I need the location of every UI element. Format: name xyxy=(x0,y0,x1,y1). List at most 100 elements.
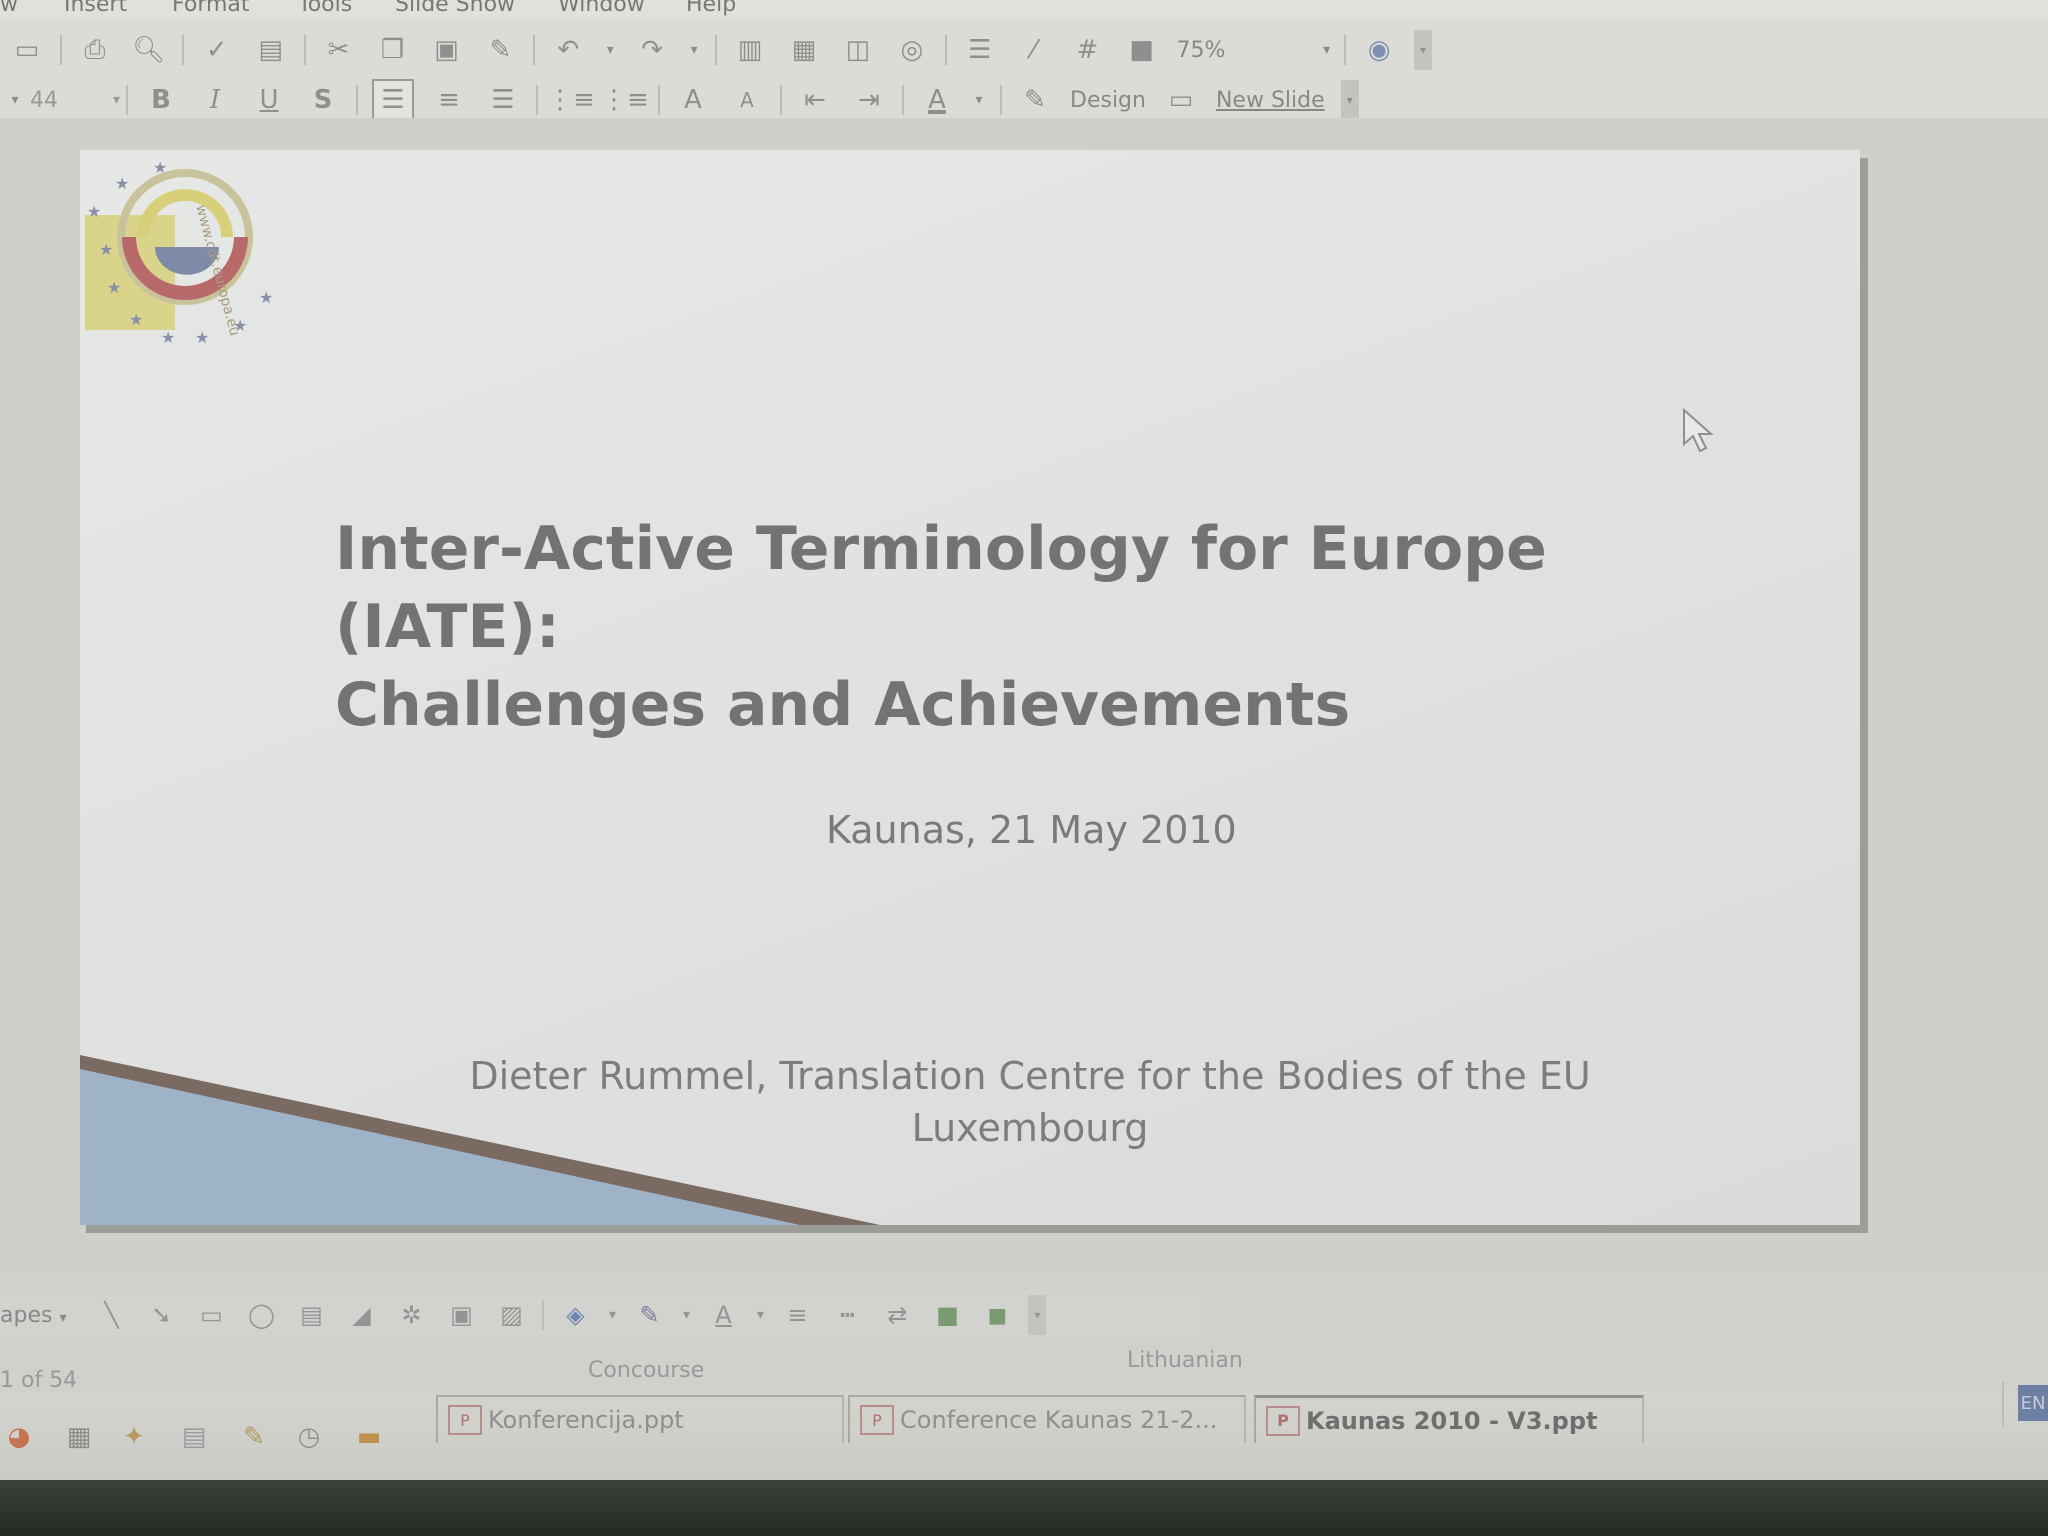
menu-item-view[interactable]: w xyxy=(0,0,18,17)
language-status[interactable]: Lithuanian xyxy=(1127,1348,1243,1373)
font-color-dropdown-icon[interactable]: ▾ xyxy=(972,81,986,119)
design-button[interactable]: Design xyxy=(1070,88,1146,113)
undo-icon[interactable]: ↶ xyxy=(549,31,587,69)
browser-icon[interactable]: ◕ xyxy=(0,1418,38,1456)
text-box-icon[interactable]: ▤ xyxy=(292,1296,330,1334)
show-grid-icon[interactable]: # xyxy=(1069,31,1107,69)
new-slide-icon[interactable]: ▭ xyxy=(1162,81,1200,119)
toolbar-options-icon[interactable]: ▾ xyxy=(1414,30,1433,70)
save-icon[interactable]: ▭ xyxy=(8,31,46,69)
line-color-dropdown-icon[interactable]: ▾ xyxy=(680,1296,692,1334)
cut-icon[interactable]: ✂ xyxy=(320,31,358,69)
media-icon[interactable]: ✦ xyxy=(115,1418,153,1456)
increase-font-size-button[interactable]: A xyxy=(674,81,712,119)
3d-style-icon[interactable]: ◼ xyxy=(978,1296,1016,1334)
menu-item-help[interactable]: Help xyxy=(686,0,736,17)
menu-item-slide-show[interactable]: Slide Show xyxy=(395,0,515,17)
research-icon[interactable]: ▤ xyxy=(252,31,290,69)
powerpoint-icon: P xyxy=(860,1405,894,1435)
toolbar-options-icon[interactable]: ▾ xyxy=(1340,80,1359,120)
italic-button[interactable]: I xyxy=(196,81,234,119)
taskbar-item[interactable]: P Conference Kaunas 21-2... xyxy=(848,1395,1246,1443)
show-formatting-icon[interactable]: ⁄ xyxy=(1015,31,1053,69)
print-preview-icon[interactable]: 🔍︎ xyxy=(130,31,168,69)
oval-icon[interactable]: ◯ xyxy=(242,1296,280,1334)
line-icon[interactable]: ╲ xyxy=(92,1296,130,1334)
svg-text:★: ★ xyxy=(87,202,101,221)
print-icon[interactable]: ⎙ xyxy=(76,31,114,69)
font-color-button[interactable]: A xyxy=(918,81,956,119)
draw-font-color-dropdown-icon[interactable]: ▾ xyxy=(754,1296,766,1334)
messenger-icon[interactable]: ✎ xyxy=(235,1418,273,1456)
color-grayscale-icon[interactable]: ■ xyxy=(1123,31,1161,69)
tables-borders-icon[interactable]: ◫ xyxy=(839,31,877,69)
toolbar-separator xyxy=(1000,85,1002,115)
font-size-select[interactable]: 44 ▾ xyxy=(30,82,120,118)
decrease-indent-icon[interactable]: ⇤ xyxy=(796,81,834,119)
powerpoint-icon: P xyxy=(1266,1405,1300,1436)
folder-icon[interactable]: ▬ xyxy=(350,1418,388,1456)
toolbar-separator xyxy=(715,35,718,65)
menu-item-insert[interactable]: Insert xyxy=(64,0,127,17)
fill-color-icon[interactable]: ◈ xyxy=(556,1296,594,1334)
draw-font-color-button[interactable]: A xyxy=(704,1296,742,1334)
redo-dropdown-icon[interactable]: ▾ xyxy=(687,31,701,69)
insert-hyperlink-icon[interactable]: ◎ xyxy=(893,31,931,69)
line-color-icon[interactable]: ✎ xyxy=(630,1296,668,1334)
spelling-icon[interactable]: ✓ xyxy=(198,31,236,69)
toolbar-separator xyxy=(533,35,536,65)
insert-table-icon[interactable]: ▦ xyxy=(785,31,823,69)
wordart-icon[interactable]: ◢ xyxy=(342,1296,380,1334)
arrow-icon[interactable]: ➘ xyxy=(142,1296,180,1334)
help-icon[interactable]: ◉ xyxy=(1360,31,1398,69)
svg-text:★: ★ xyxy=(129,310,143,329)
design-icon[interactable]: ✎ xyxy=(1016,81,1054,119)
underline-button[interactable]: U xyxy=(250,81,288,119)
line-style-icon[interactable]: ≡ xyxy=(778,1296,816,1334)
powerpoint-icon: P xyxy=(448,1405,482,1435)
slide-title[interactable]: Inter-Active Terminology for Europe (IAT… xyxy=(335,510,1735,744)
document-icon[interactable]: ▤ xyxy=(175,1418,213,1456)
svg-text:★: ★ xyxy=(195,328,209,347)
menu-item-format[interactable]: Format xyxy=(172,0,250,17)
copy-icon[interactable]: ❐ xyxy=(374,31,412,69)
insert-picture-icon[interactable]: ▨ xyxy=(492,1296,530,1334)
taskbar-item[interactable]: P Konferencija.ppt xyxy=(436,1395,844,1443)
align-left-icon[interactable]: ☰ xyxy=(372,79,414,121)
bullets-icon[interactable]: ⋮≡ xyxy=(601,81,649,119)
align-right-icon[interactable]: ☰ xyxy=(484,81,522,119)
menu-item-window[interactable]: Window xyxy=(558,0,645,17)
shadow-style-icon[interactable]: ■ xyxy=(928,1296,966,1334)
taskbar-item-active[interactable]: P Kaunas 2010 - V3.ppt xyxy=(1254,1395,1644,1443)
undo-dropdown-icon[interactable]: ▾ xyxy=(603,31,617,69)
bold-button[interactable]: B xyxy=(142,81,180,119)
clip-art-icon[interactable]: ▣ xyxy=(442,1296,480,1334)
increase-indent-icon[interactable]: ⇥ xyxy=(850,81,888,119)
rectangle-icon[interactable]: ▭ xyxy=(192,1296,230,1334)
fill-color-dropdown-icon[interactable]: ▾ xyxy=(606,1296,618,1334)
mouse-pointer-icon xyxy=(1683,408,1714,453)
clock-icon[interactable]: ◷ xyxy=(290,1418,328,1456)
zoom-select[interactable]: 75% ▾ xyxy=(1168,32,1338,68)
toolbar-options-icon[interactable]: ▾ xyxy=(1028,1295,1047,1335)
numbering-icon[interactable]: ⋮≡ xyxy=(547,81,595,119)
shadow-button[interactable]: S xyxy=(304,81,342,119)
new-slide-button[interactable]: New Slide xyxy=(1216,88,1325,113)
explorer-icon[interactable]: ▦ xyxy=(60,1418,98,1456)
font-dropdown-icon[interactable]: ▾ xyxy=(8,81,22,119)
expand-all-icon[interactable]: ☰ xyxy=(961,31,999,69)
paste-icon[interactable]: ▣ xyxy=(427,31,465,69)
diagram-icon[interactable]: ✲ xyxy=(392,1296,430,1334)
language-indicator[interactable]: EN xyxy=(2018,1385,2048,1421)
chevron-down-icon: ▾ xyxy=(1323,42,1331,58)
autoshapes-menu[interactable]: apes ▾ xyxy=(0,1303,66,1328)
arrow-style-icon[interactable]: ⇄ xyxy=(878,1296,916,1334)
menu-item-tools[interactable]: Tools xyxy=(298,0,352,17)
decrease-font-size-button[interactable]: A xyxy=(728,81,766,119)
insert-chart-icon[interactable]: ▥ xyxy=(731,31,769,69)
redo-icon[interactable]: ↷ xyxy=(633,31,671,69)
align-center-icon[interactable]: ≡ xyxy=(430,81,468,119)
format-painter-icon[interactable]: ✎ xyxy=(481,31,519,69)
dash-style-icon[interactable]: ┅ xyxy=(828,1296,866,1334)
slide-date[interactable]: Kaunas, 21 May 2010 xyxy=(826,808,1237,852)
